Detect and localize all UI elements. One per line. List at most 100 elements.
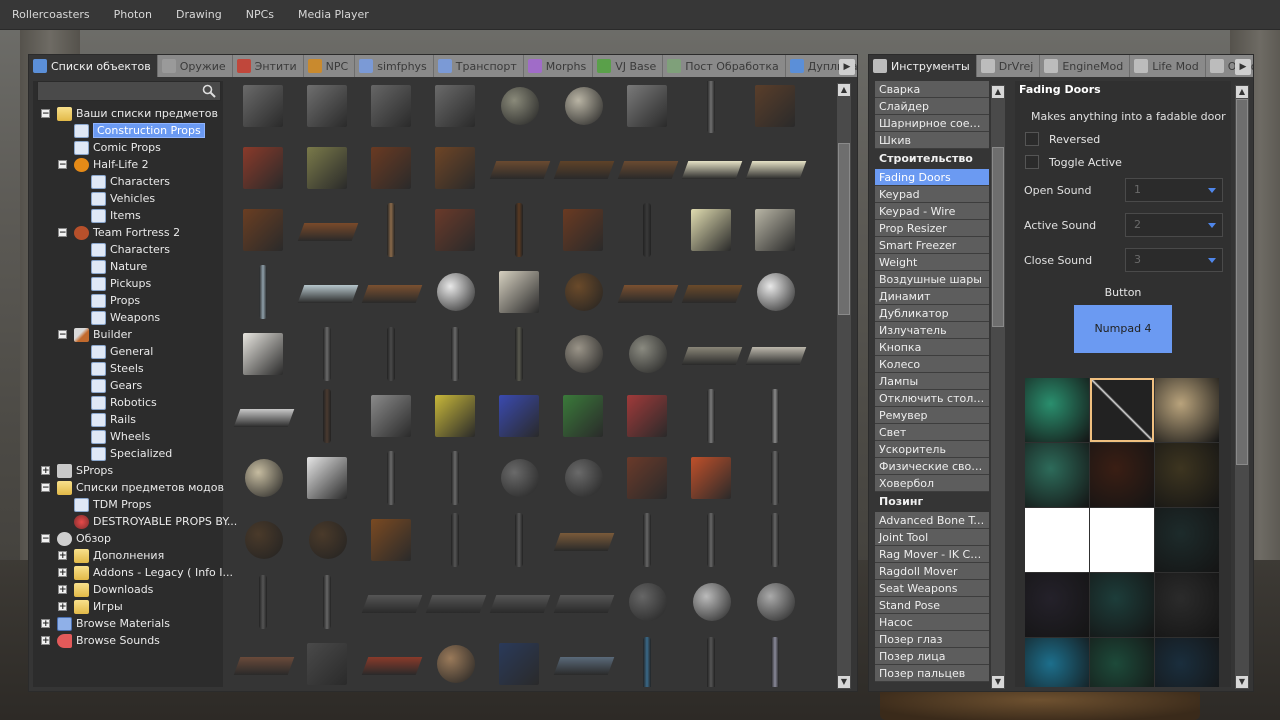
material-swatch[interactable] <box>1090 638 1154 687</box>
collapse-icon[interactable]: − <box>41 109 50 119</box>
prop-thumbnail[interactable] <box>231 385 295 447</box>
material-swatch[interactable] <box>1025 443 1089 507</box>
expand-icon[interactable]: + <box>58 585 67 595</box>
prop-thumbnail[interactable] <box>551 509 615 571</box>
tool-item[interactable]: Излучатель <box>875 322 989 339</box>
prop-thumbnail[interactable] <box>359 633 423 687</box>
tool-tabs-scroll-right-button[interactable]: ▶ <box>1235 59 1251 75</box>
prop-thumbnail[interactable] <box>551 81 615 137</box>
prop-thumbnail[interactable] <box>487 447 551 509</box>
prop-thumbnail[interactable] <box>679 323 743 385</box>
tree-node[interactable]: TDM Props <box>33 496 223 513</box>
tree-node[interactable]: + SProps <box>33 462 223 479</box>
tool-item[interactable]: Шкив <box>875 132 989 149</box>
expand-icon[interactable]: + <box>58 602 67 612</box>
tabs-scroll-right-button[interactable]: ▶ <box>839 59 855 75</box>
checkbox-box[interactable] <box>1025 132 1039 146</box>
prop-thumbnail[interactable] <box>615 571 679 633</box>
prop-thumbnail[interactable] <box>615 81 679 137</box>
prop-thumbnail[interactable] <box>295 137 359 199</box>
tool-item[interactable]: Колесо <box>875 356 989 373</box>
tree-node[interactable]: + Browse Materials <box>33 615 223 632</box>
material-swatch[interactable] <box>1090 573 1154 637</box>
tool-item[interactable]: Свет <box>875 424 989 441</box>
spawn-tab[interactable]: simfphys <box>355 55 434 77</box>
prop-thumbnail[interactable] <box>743 261 807 323</box>
expand-icon[interactable]: + <box>58 551 67 561</box>
prop-thumbnail[interactable] <box>295 447 359 509</box>
prop-thumbnail[interactable] <box>359 571 423 633</box>
tool-item[interactable]: Ховербол <box>875 475 989 492</box>
material-swatch[interactable] <box>1025 508 1089 572</box>
prop-thumbnail[interactable] <box>615 509 679 571</box>
tree-node[interactable]: − Списки предметов модов <box>33 479 224 496</box>
tree-node[interactable]: Gears <box>33 377 223 394</box>
prop-thumbnail[interactable] <box>231 571 295 633</box>
tool-item[interactable]: Seat Weapons <box>875 580 989 597</box>
scroll-down-arrow[interactable]: ▼ <box>838 676 850 688</box>
prop-thumbnail[interactable] <box>743 81 807 137</box>
prop-thumbnail[interactable] <box>231 633 295 687</box>
prop-thumbnail[interactable] <box>615 199 679 261</box>
collapse-icon[interactable]: − <box>58 330 67 340</box>
prop-thumbnail[interactable] <box>359 199 423 261</box>
tree-node[interactable]: Wheels <box>33 428 223 445</box>
tree-node[interactable]: Pickups <box>33 275 223 292</box>
collapse-icon[interactable]: − <box>41 534 50 544</box>
collapse-icon[interactable]: − <box>58 160 67 170</box>
material-swatch[interactable] <box>1155 378 1219 442</box>
material-swatch[interactable] <box>1155 638 1219 687</box>
scroll-down-arrow[interactable]: ▼ <box>1236 676 1248 688</box>
menu-rollercoasters[interactable]: Rollercoasters <box>0 8 102 21</box>
tool-item[interactable]: Позер лица <box>875 648 989 665</box>
prop-thumbnail[interactable] <box>231 447 295 509</box>
prop-thumbnail[interactable] <box>679 137 743 199</box>
tool-list-scrollbar[interactable]: ▲ ▼ <box>991 85 1005 689</box>
tool-item[interactable]: Воздушные шары <box>875 271 989 288</box>
prop-thumbnail[interactable] <box>295 261 359 323</box>
expand-icon[interactable]: + <box>41 619 50 629</box>
prop-thumbnail[interactable] <box>423 323 487 385</box>
prop-thumbnail[interactable] <box>231 261 295 323</box>
prop-thumbnail[interactable] <box>487 385 551 447</box>
material-swatch[interactable] <box>1155 573 1219 637</box>
tool-item[interactable]: Лампы <box>875 373 989 390</box>
prop-thumbnail[interactable] <box>679 385 743 447</box>
tool-item[interactable]: Keypad - Wire <box>875 203 989 220</box>
spawn-tab[interactable]: Транспорт <box>433 55 524 77</box>
tree-node[interactable]: − Обзор <box>33 530 223 547</box>
prop-thumbnail[interactable] <box>359 137 423 199</box>
tree-node[interactable]: + Addons - Legacy ( Info I... <box>33 564 233 581</box>
prop-thumbnail[interactable] <box>679 261 743 323</box>
prop-thumbnail[interactable] <box>743 509 807 571</box>
tool-item[interactable]: Stand Pose <box>875 597 989 614</box>
reversed-checkbox[interactable]: Reversed <box>1025 132 1231 146</box>
tree-node[interactable]: Specialized <box>33 445 223 462</box>
tool-item[interactable]: Сварка <box>875 81 989 98</box>
prop-thumbnail[interactable] <box>551 323 615 385</box>
tool-item[interactable]: Rag Mover - IK Ch... <box>875 546 989 563</box>
material-swatch[interactable] <box>1025 638 1089 687</box>
material-swatch[interactable] <box>1025 573 1089 637</box>
prop-thumbnail[interactable] <box>487 137 551 199</box>
prop-thumbnail[interactable] <box>359 385 423 447</box>
tool-item[interactable]: Отключить столк... <box>875 390 989 407</box>
prop-thumbnail[interactable] <box>423 509 487 571</box>
tool-item[interactable]: Ускоритель <box>875 441 989 458</box>
prop-thumbnail[interactable] <box>487 81 551 137</box>
scroll-thumb[interactable] <box>992 147 1004 327</box>
open-sound-dropdown[interactable]: 1 <box>1125 178 1223 202</box>
prop-thumbnail[interactable] <box>231 509 295 571</box>
spawn-tab[interactable]: NPC <box>303 55 356 77</box>
menu-media-player[interactable]: Media Player <box>286 8 381 21</box>
tool-item[interactable]: Fading Doors <box>875 169 989 186</box>
tree-node[interactable]: Construction Props <box>33 122 223 139</box>
tool-item[interactable]: Слайдер <box>875 98 989 115</box>
prop-thumbnail[interactable] <box>295 633 359 687</box>
tree-node[interactable]: + Игры <box>33 598 223 615</box>
tree-node[interactable]: + Downloads <box>33 581 223 598</box>
prop-thumbnail[interactable] <box>423 385 487 447</box>
prop-thumbnail[interactable] <box>423 81 487 137</box>
prop-thumbnail[interactable] <box>231 137 295 199</box>
spawn-tab[interactable]: Morphs <box>523 55 594 77</box>
